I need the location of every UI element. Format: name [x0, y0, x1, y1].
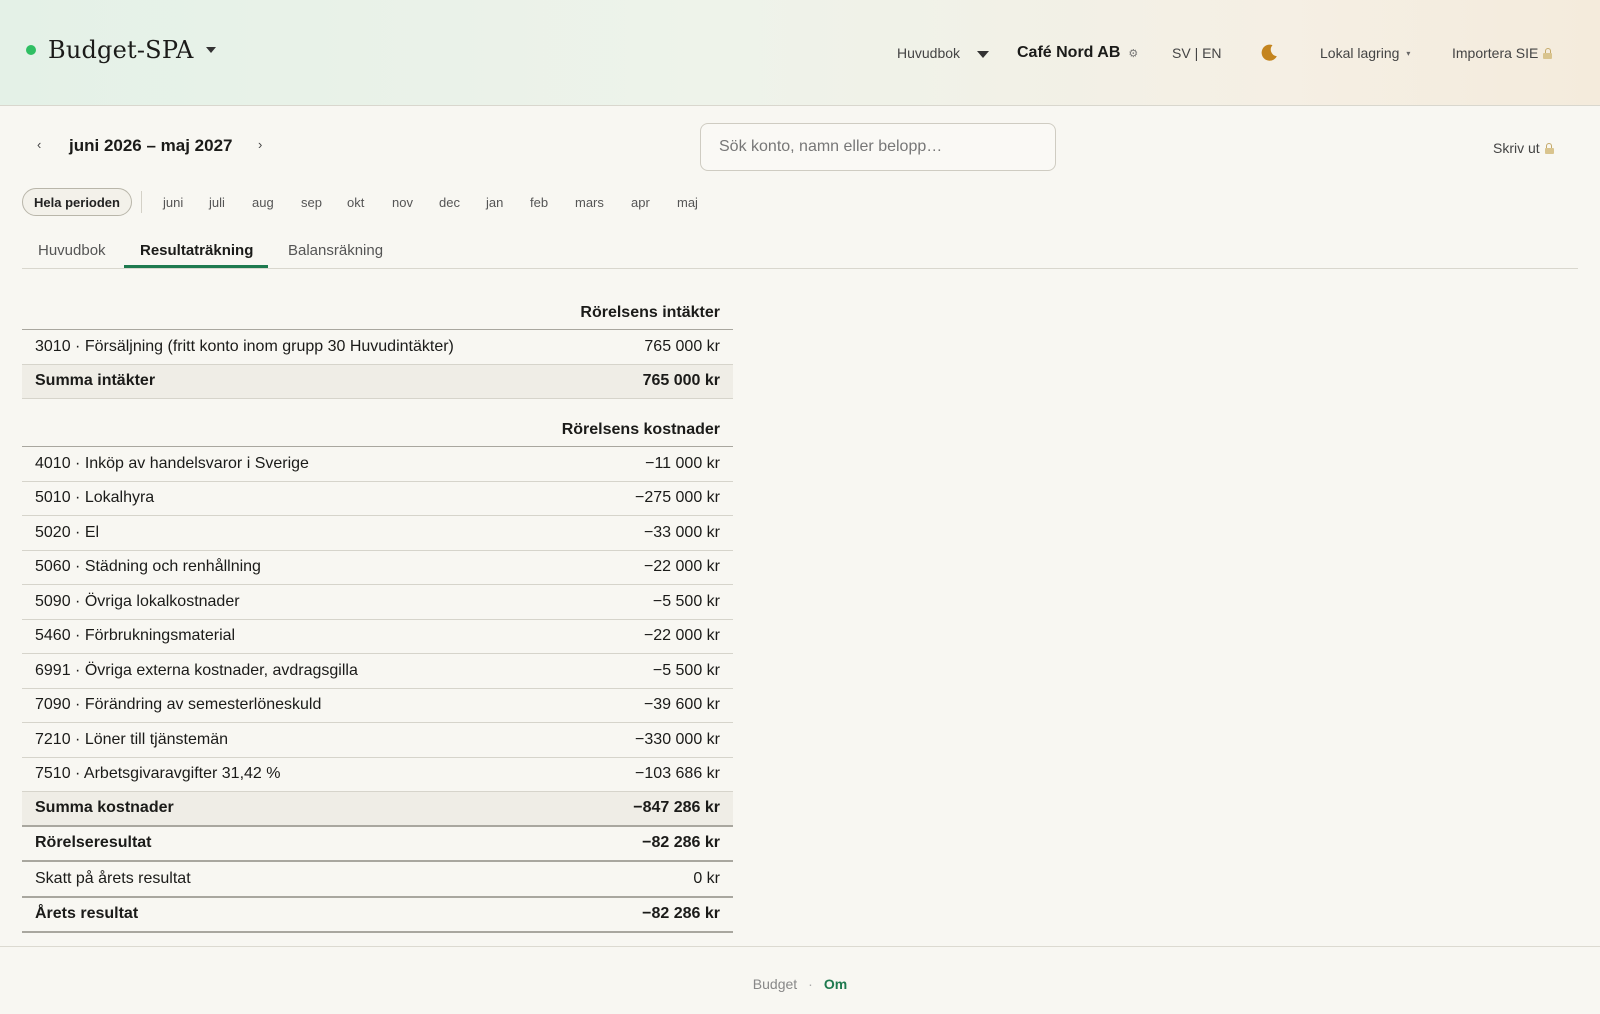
- search-input[interactable]: [700, 123, 1056, 171]
- operating-result-row: Rörelseresultat −82 286 kr: [22, 827, 733, 862]
- language-toggle[interactable]: SV | EN: [1172, 45, 1222, 61]
- account-label: 5460 · Förbrukningsmaterial: [35, 627, 236, 645]
- ledger-caret-icon[interactable]: [977, 51, 989, 58]
- income-total-row: Summa intäkter 765 000 kr: [22, 364, 733, 399]
- amount-value: −330 000 kr: [635, 730, 720, 748]
- tax-label: Skatt på årets resultat: [35, 869, 191, 887]
- month-chip-jan[interactable]: jan: [486, 195, 503, 210]
- result-label: Rörelseresultat: [35, 834, 152, 852]
- month-chip-aug[interactable]: aug: [252, 195, 274, 210]
- account-label: 5010 · Lokalhyra: [35, 489, 155, 507]
- amount-value: −22 000 kr: [643, 558, 720, 576]
- amount-value: −33 000 kr: [643, 523, 720, 541]
- month-chip-nov[interactable]: nov: [392, 195, 413, 210]
- account-label: 7210 · Löner till tjänstemän: [35, 730, 228, 748]
- tax-row: Skatt på årets resultat 0 kr: [22, 862, 733, 898]
- lock-icon: [1543, 47, 1553, 59]
- ledger-menu[interactable]: Huvudbok: [897, 45, 960, 61]
- year-result-row: Årets resultat −82 286 kr: [22, 898, 733, 933]
- total-label: Summa kostnader: [35, 799, 174, 817]
- app-header: Budget-SPA Huvudbok Café Nord AB ⚙ SV | …: [0, 0, 1600, 106]
- section-heading-income: Rörelsens intäkter: [22, 296, 733, 330]
- page-footer: Budget · Om: [0, 976, 1600, 992]
- storage-menu[interactable]: Lokal lagring ▾: [1320, 45, 1410, 61]
- result-value: −82 286 kr: [642, 905, 720, 923]
- month-chip-sep[interactable]: sep: [301, 195, 322, 210]
- table-row[interactable]: 5060 · Städning och renhållning −22 000 …: [22, 551, 733, 585]
- import-sie-button[interactable]: Importera SIE: [1452, 45, 1553, 61]
- account-label: 6991 · Övriga externa kostnader, avdrags…: [35, 661, 358, 679]
- table-row[interactable]: 4010 · Inköp av handelsvaror i Sverige −…: [22, 447, 733, 482]
- account-label: 5060 · Städning och renhållning: [35, 558, 261, 576]
- gear-icon[interactable]: ⚙: [1128, 47, 1138, 60]
- print-label: Skriv ut: [1493, 140, 1540, 156]
- tabs-divider: [22, 268, 1578, 269]
- lock-icon: [1544, 142, 1554, 154]
- result-label: Årets resultat: [35, 905, 139, 923]
- amount-value: −5 500 kr: [652, 592, 720, 610]
- company-selector[interactable]: Café Nord AB ⚙: [1017, 44, 1138, 62]
- account-label: 4010 · Inköp av handelsvaror i Sverige: [35, 454, 309, 472]
- import-label: Importera SIE: [1452, 45, 1539, 61]
- table-row[interactable]: 5010 · Lokalhyra −275 000 kr: [22, 482, 733, 516]
- month-chip-juli[interactable]: juli: [209, 195, 225, 210]
- whole-period-chip[interactable]: Hela perioden: [22, 188, 132, 216]
- account-label: 5020 · El: [35, 523, 100, 541]
- company-name: Café Nord AB: [1017, 44, 1121, 61]
- income-statement-table: Rörelsens intäkter 3010 · Försäljning (f…: [22, 296, 733, 933]
- amount-value: −22 000 kr: [643, 627, 720, 645]
- footer-divider: [0, 946, 1600, 947]
- account-label: 3010 · Försäljning (fritt konto inom gru…: [35, 337, 454, 355]
- month-chip-dec[interactable]: dec: [439, 195, 460, 210]
- account-label: 5090 · Övriga lokalkostnader: [35, 592, 240, 610]
- print-button[interactable]: Skriv ut: [1493, 140, 1554, 156]
- previous-period-button[interactable]: ‹: [37, 137, 41, 152]
- section-heading-costs: Rörelsens kostnader: [22, 413, 733, 447]
- amount-value: −11 000 kr: [645, 454, 720, 472]
- account-label: 7510 · Arbetsgivaravgifter 31,42 %: [35, 765, 281, 783]
- table-row[interactable]: 7510 · Arbetsgivaravgifter 31,42 % −103 …: [22, 758, 733, 792]
- tab-balansrakning[interactable]: Balansräkning: [288, 242, 383, 259]
- footer-budget-link[interactable]: Budget: [753, 976, 797, 992]
- month-chip-apr[interactable]: apr: [631, 195, 650, 210]
- total-value: 765 000 kr: [642, 372, 720, 390]
- month-chip-maj[interactable]: maj: [677, 195, 698, 210]
- tax-value: 0 kr: [693, 869, 720, 887]
- table-row[interactable]: 5460 · Förbrukningsmaterial −22 000 kr: [22, 620, 733, 654]
- table-row[interactable]: 3010 · Försäljning (fritt konto inom gru…: [22, 330, 733, 365]
- amount-value: −5 500 kr: [652, 661, 720, 679]
- amount-value: −275 000 kr: [635, 489, 720, 507]
- app-title: Budget-SPA: [48, 36, 194, 64]
- total-value: −847 286 kr: [633, 799, 720, 817]
- next-period-button[interactable]: ›: [258, 137, 262, 152]
- month-chip-feb[interactable]: feb: [530, 195, 548, 210]
- table-row[interactable]: 7210 · Löner till tjänstemän −330 000 kr: [22, 723, 733, 758]
- result-value: −82 286 kr: [642, 834, 720, 852]
- month-chip-mars[interactable]: mars: [575, 195, 604, 210]
- storage-label: Lokal lagring: [1320, 45, 1400, 61]
- footer-separator: ·: [808, 976, 813, 992]
- tab-resultatrakning[interactable]: Resultaträkning: [140, 242, 253, 259]
- chevron-down-icon: ▾: [1406, 48, 1411, 58]
- app-switcher[interactable]: Budget-SPA: [26, 36, 216, 64]
- table-row[interactable]: 6991 · Övriga externa kostnader, avdrags…: [22, 654, 733, 689]
- month-chip-okt[interactable]: okt: [347, 195, 364, 210]
- account-label: 7090 · Förändring av semesterlöneskuld: [35, 696, 322, 714]
- filter-divider: [141, 191, 142, 213]
- month-chip-juni[interactable]: juni: [163, 195, 183, 210]
- period-label: juni 2026 – maj 2027: [69, 136, 233, 155]
- amount-value: −39 600 kr: [643, 696, 720, 714]
- amount-value: 765 000 kr: [644, 337, 720, 355]
- total-label: Summa intäkter: [35, 372, 156, 390]
- table-row[interactable]: 7090 · Förändring av semesterlöneskuld −…: [22, 689, 733, 723]
- moon-icon[interactable]: [1259, 43, 1279, 63]
- chevron-down-icon: [205, 47, 216, 53]
- table-row[interactable]: 5020 · El −33 000 kr: [22, 516, 733, 551]
- footer-about-link[interactable]: Om: [824, 976, 847, 992]
- cost-total-row: Summa kostnader −847 286 kr: [22, 792, 733, 827]
- table-row[interactable]: 5090 · Övriga lokalkostnader −5 500 kr: [22, 585, 733, 620]
- status-dot-icon: [26, 45, 36, 55]
- amount-value: −103 686 kr: [635, 765, 720, 783]
- tab-huvudbok[interactable]: Huvudbok: [38, 242, 106, 259]
